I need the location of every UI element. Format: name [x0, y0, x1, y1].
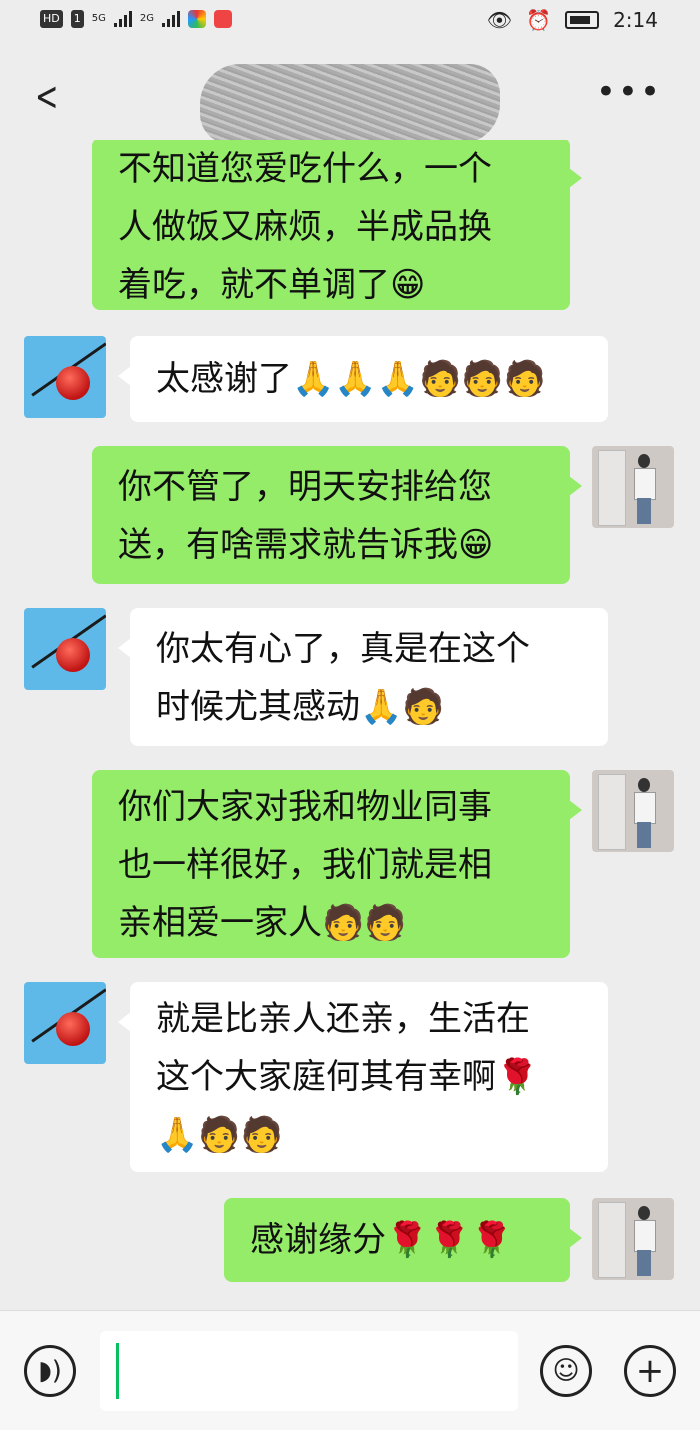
eye-icon: 👁: [486, 8, 513, 32]
message-list[interactable]: 不知道您爱吃什么，一个 人做饭又麻烦，半成品换 着吃，就不单调了😁 太感谢了🙏🙏…: [0, 140, 700, 1310]
message-line: 不知道您爱吃什么，一个: [118, 149, 492, 189]
status-right: 👁 ⏰ 2:14: [487, 8, 658, 32]
network-2g-label: 2G: [139, 13, 154, 24]
message-line: 感谢缘分🌹🌹🌹: [250, 1220, 514, 1260]
message-line: 太感谢了🙏🙏🙏🧑🧑🧑: [156, 359, 547, 399]
message-line: 也一样很好，我们就是相: [118, 845, 492, 885]
message-input[interactable]: [100, 1331, 518, 1411]
message-bubble-other[interactable]: 太感谢了🙏🙏🙏🧑🧑🧑: [118, 336, 608, 422]
chevron-left-icon[interactable]: <: [35, 74, 58, 120]
message-line: 你不管了，明天安排给您: [118, 467, 492, 507]
signal-icon: [113, 11, 132, 27]
status-left: HD 1 5G 2G: [40, 10, 232, 28]
message-line: 着吃，就不单调了😁: [118, 265, 426, 305]
message-bubble-other[interactable]: 你太有心了，真是在这个 时候尤其感动🙏🧑: [118, 608, 608, 746]
app-notification-icon-2: [214, 10, 232, 28]
message-line: 送，有啥需求就告诉我😁: [118, 525, 494, 565]
contact-avatar[interactable]: [24, 336, 106, 418]
message-line: 就是比亲人还亲，生活在: [156, 999, 530, 1039]
battery-icon: [565, 11, 600, 29]
network-5g-label: 5G: [91, 13, 106, 24]
message-line: 时候尤其感动🙏🧑: [156, 687, 445, 727]
message-bubble-self[interactable]: 你不管了，明天安排给您 送，有啥需求就告诉我😁: [92, 446, 582, 584]
message-line: 你太有心了，真是在这个: [156, 629, 530, 669]
message-line: 🙏🧑🧑: [156, 1115, 284, 1155]
clock: 2:14: [613, 8, 658, 32]
redacted-contact-name: [200, 64, 500, 144]
contact-avatar[interactable]: [24, 982, 106, 1064]
message-line: 这个大家庭何其有幸啊🌹: [156, 1057, 539, 1097]
message-bubble-self[interactable]: 不知道您爱吃什么，一个 人做饭又麻烦，半成品换 着吃，就不单调了😁: [92, 140, 582, 310]
contact-avatar[interactable]: [24, 608, 106, 690]
input-bar: ◗) ☺ +: [0, 1310, 700, 1430]
app-notification-icon: [188, 10, 206, 28]
status-bar: HD 1 5G 2G 👁 ⏰ 2:14: [0, 0, 700, 44]
message-bubble-other[interactable]: 就是比亲人还亲，生活在 这个大家庭何其有幸啊🌹 🙏🧑🧑: [118, 982, 608, 1172]
self-avatar[interactable]: [592, 446, 674, 528]
chat-header: < •••: [0, 44, 700, 144]
message-line: 亲相爱一家人🧑🧑: [118, 903, 407, 943]
ellipsis-icon[interactable]: •••: [596, 72, 662, 112]
alarm-icon: ⏰: [526, 8, 552, 32]
signal-icon-2: [162, 11, 180, 27]
self-avatar[interactable]: [592, 1198, 674, 1280]
message-bubble-self[interactable]: 感谢缘分🌹🌹🌹: [224, 1198, 582, 1282]
message-line: 人做饭又麻烦，半成品换: [118, 207, 492, 247]
message-line: 你们大家对我和物业同事: [118, 787, 492, 827]
self-avatar[interactable]: [592, 770, 674, 852]
voice-icon[interactable]: ◗): [24, 1345, 76, 1397]
plus-icon[interactable]: +: [624, 1345, 676, 1397]
message-bubble-self[interactable]: 你们大家对我和物业同事 也一样很好，我们就是相 亲相爱一家人🧑🧑: [92, 770, 582, 958]
sim-badge: 1: [70, 10, 84, 28]
emoji-icon[interactable]: ☺: [540, 1345, 592, 1397]
hd-badge: HD: [40, 10, 63, 28]
text-caret: [116, 1343, 119, 1399]
